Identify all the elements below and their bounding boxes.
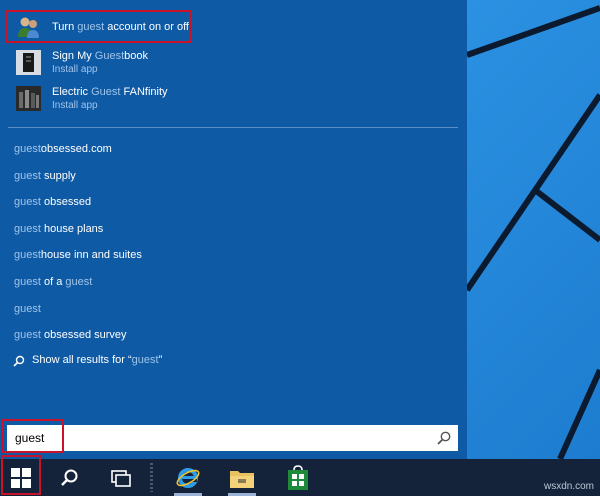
- annotation-highlight-search-box: [2, 419, 64, 453]
- task-view-icon: [111, 469, 131, 487]
- suggestion-item[interactable]: guest supply: [8, 167, 448, 189]
- taskbar-store[interactable]: [280, 459, 316, 496]
- taskbar: wsxdn.com: [0, 455, 600, 496]
- suggestion-item[interactable]: guest obsessed survey: [8, 326, 448, 348]
- watermark-text: wsxdn.com: [543, 481, 594, 492]
- search-input[interactable]: [15, 429, 415, 447]
- show-all-results-link[interactable]: Show all results for “guest”: [8, 352, 448, 372]
- search-icon[interactable]: [436, 430, 452, 446]
- task-view-button[interactable]: [104, 459, 138, 496]
- app-subtitle: Install app: [52, 100, 98, 111]
- search-icon: [61, 469, 78, 486]
- search-icon: [13, 355, 25, 367]
- annotation-highlight-app-result: [6, 10, 191, 43]
- suggestion-item[interactable]: guesthouse inn and suites: [8, 246, 448, 268]
- taskbar-separator: [150, 463, 153, 492]
- app-title: Sign My Guestbook: [52, 50, 149, 62]
- file-explorer-icon: [230, 470, 254, 488]
- results-divider: [8, 127, 458, 128]
- suggestion-item[interactable]: guestobsessed.com: [8, 140, 448, 162]
- app-result-sign-my-guestbook[interactable]: Sign My Guestbook Install app: [8, 47, 458, 79]
- suggestion-item[interactable]: guest house plans: [8, 220, 448, 242]
- taskbar-search-button[interactable]: [52, 459, 86, 496]
- search-results-panel: Turn guest account on or off Sign My Gue…: [0, 0, 467, 459]
- app-subtitle: Install app: [52, 64, 98, 75]
- annotation-highlight-start-button: [1, 455, 41, 495]
- internet-explorer-icon: [176, 467, 200, 488]
- show-all-label: Show all results for “guest”: [32, 354, 163, 366]
- store-icon: [288, 464, 308, 490]
- suggestion-item[interactable]: guest obsessed: [8, 193, 448, 215]
- search-box[interactable]: [7, 425, 458, 451]
- app-result-electric-guest-fanfinity[interactable]: Electric Guest FANfinity Install app: [8, 83, 458, 115]
- taskbar-file-explorer[interactable]: [224, 459, 260, 496]
- app-title: Electric Guest FANfinity: [52, 86, 168, 98]
- suggestion-item[interactable]: guest of a guest: [8, 273, 448, 295]
- guestbook-app-icon: [16, 50, 41, 75]
- band-photo-app-icon: [16, 86, 41, 111]
- taskbar-internet-explorer[interactable]: [170, 459, 206, 496]
- suggestion-item[interactable]: guest: [8, 300, 448, 322]
